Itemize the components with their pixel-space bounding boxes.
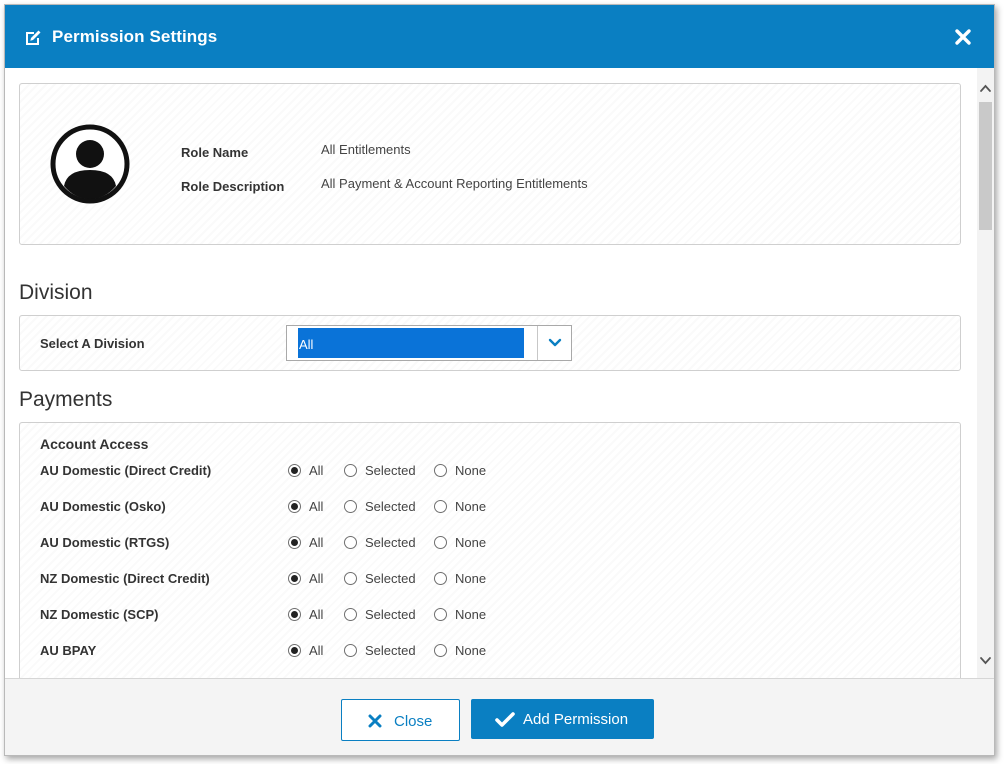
radio-option-label: All xyxy=(309,499,324,514)
account-access-row: AU BPAY All Selected None xyxy=(20,641,960,661)
account-access-row: NZ Domestic (SCP) All Selected None xyxy=(20,605,960,625)
account-access-row: AU Domestic (RTGS) All Selected None xyxy=(20,533,960,553)
scroll-down-icon[interactable] xyxy=(977,651,994,669)
radio-button[interactable] xyxy=(434,464,447,477)
radio-option-label: Selected xyxy=(365,499,416,514)
role-name-value: All Entitlements xyxy=(321,142,411,157)
add-permission-label: Add Permission xyxy=(523,711,629,728)
radio-button[interactable] xyxy=(288,500,301,513)
radio-button[interactable] xyxy=(344,644,357,657)
close-button[interactable]: Close xyxy=(341,699,460,741)
radio-option-label: Selected xyxy=(365,571,416,586)
checkmark-icon xyxy=(495,712,515,727)
radio-button[interactable] xyxy=(288,464,301,477)
role-description-label: Role Description xyxy=(181,179,285,194)
radio-option-label: None xyxy=(455,499,487,514)
radio-button[interactable] xyxy=(288,536,301,549)
close-button-label: Close xyxy=(394,713,433,730)
radio-option-label: All xyxy=(309,535,324,550)
role-name-label: Role Name xyxy=(181,145,249,160)
user-avatar-icon xyxy=(50,124,130,204)
dialog-footer: Close Add Permission xyxy=(5,678,994,755)
radio-option-label: None xyxy=(455,463,487,478)
radio-option-label: Selected xyxy=(365,535,416,550)
radio-button[interactable] xyxy=(434,644,447,657)
radio-option-label: All xyxy=(309,607,324,622)
radio-button[interactable] xyxy=(434,536,447,549)
division-section-title: Division xyxy=(19,281,93,304)
payments-section-title: Payments xyxy=(19,388,113,411)
radio-option-label: Selected xyxy=(365,607,416,622)
dialog-titlebar: Permission Settings xyxy=(5,5,994,68)
radio-button[interactable] xyxy=(344,500,357,513)
radio-button[interactable] xyxy=(434,608,447,621)
close-icon[interactable] xyxy=(954,28,972,46)
division-panel: Select A Division All xyxy=(19,315,961,371)
account-access-row: AU Domestic (Direct Credit) All Selected No… xyxy=(20,461,960,481)
radio-button[interactable] xyxy=(434,572,447,585)
radio-option-label: All xyxy=(309,643,324,658)
select-division-label: Select A Division xyxy=(40,336,145,351)
account-access-row-label: AU Domestic (RTGS) xyxy=(40,535,170,550)
radio-button[interactable] xyxy=(344,464,357,477)
radio-button[interactable] xyxy=(288,644,301,657)
account-access-row: NZ Domestic (Direct Credit) All Selected No… xyxy=(20,569,960,589)
radio-option-label: Selected xyxy=(365,643,416,658)
division-select-value: All xyxy=(298,328,524,358)
chevron-down-icon xyxy=(548,338,562,347)
radio-button[interactable] xyxy=(434,500,447,513)
account-access-row-label: AU Domestic (Osko) xyxy=(40,499,166,514)
radio-option-label: None xyxy=(455,643,487,658)
radio-option-label: All xyxy=(309,463,324,478)
radio-button[interactable] xyxy=(288,572,301,585)
edit-icon xyxy=(26,30,41,45)
vertical-scrollbar[interactable] xyxy=(977,68,994,679)
add-permission-button[interactable]: Add Permission xyxy=(471,699,654,739)
permission-settings-dialog: Permission Settings Role Name All Entitl… xyxy=(4,4,995,756)
radio-option-label: None xyxy=(455,535,487,550)
radio-option-label: None xyxy=(455,607,487,622)
radio-button[interactable] xyxy=(288,608,301,621)
radio-button[interactable] xyxy=(344,536,357,549)
division-select[interactable]: All xyxy=(286,325,572,361)
account-access-row-label: AU BPAY xyxy=(40,643,97,658)
radio-button[interactable] xyxy=(344,572,357,585)
dialog-content: Role Name All Entitlements Role Descript… xyxy=(5,68,994,679)
radio-option-label: Selected xyxy=(365,463,416,478)
scroll-up-icon[interactable] xyxy=(977,80,994,98)
radio-option-label: None xyxy=(455,571,487,586)
close-x-icon xyxy=(368,714,382,728)
account-access-row-label: NZ Domestic (SCP) xyxy=(40,607,159,622)
radio-option-label: All xyxy=(309,571,324,586)
role-info-panel: Role Name All Entitlements Role Descript… xyxy=(19,83,961,245)
account-access-row: AU Domestic (Osko) All Selected None xyxy=(20,497,960,517)
dialog-title: Permission Settings xyxy=(52,27,218,46)
radio-button[interactable] xyxy=(344,608,357,621)
role-description-value: All Payment & Account Reporting Entitlem… xyxy=(321,176,588,191)
account-access-row-label: AU Domestic (Direct Credit) xyxy=(40,463,212,478)
payments-panel: Account Access AU Domestic (Direct Credi… xyxy=(19,422,961,679)
scrollbar-thumb[interactable] xyxy=(979,102,992,230)
account-access-title: Account Access xyxy=(40,436,149,452)
division-dropdown-button[interactable] xyxy=(537,326,571,360)
account-access-row-label: NZ Domestic (Direct Credit) xyxy=(40,571,210,586)
